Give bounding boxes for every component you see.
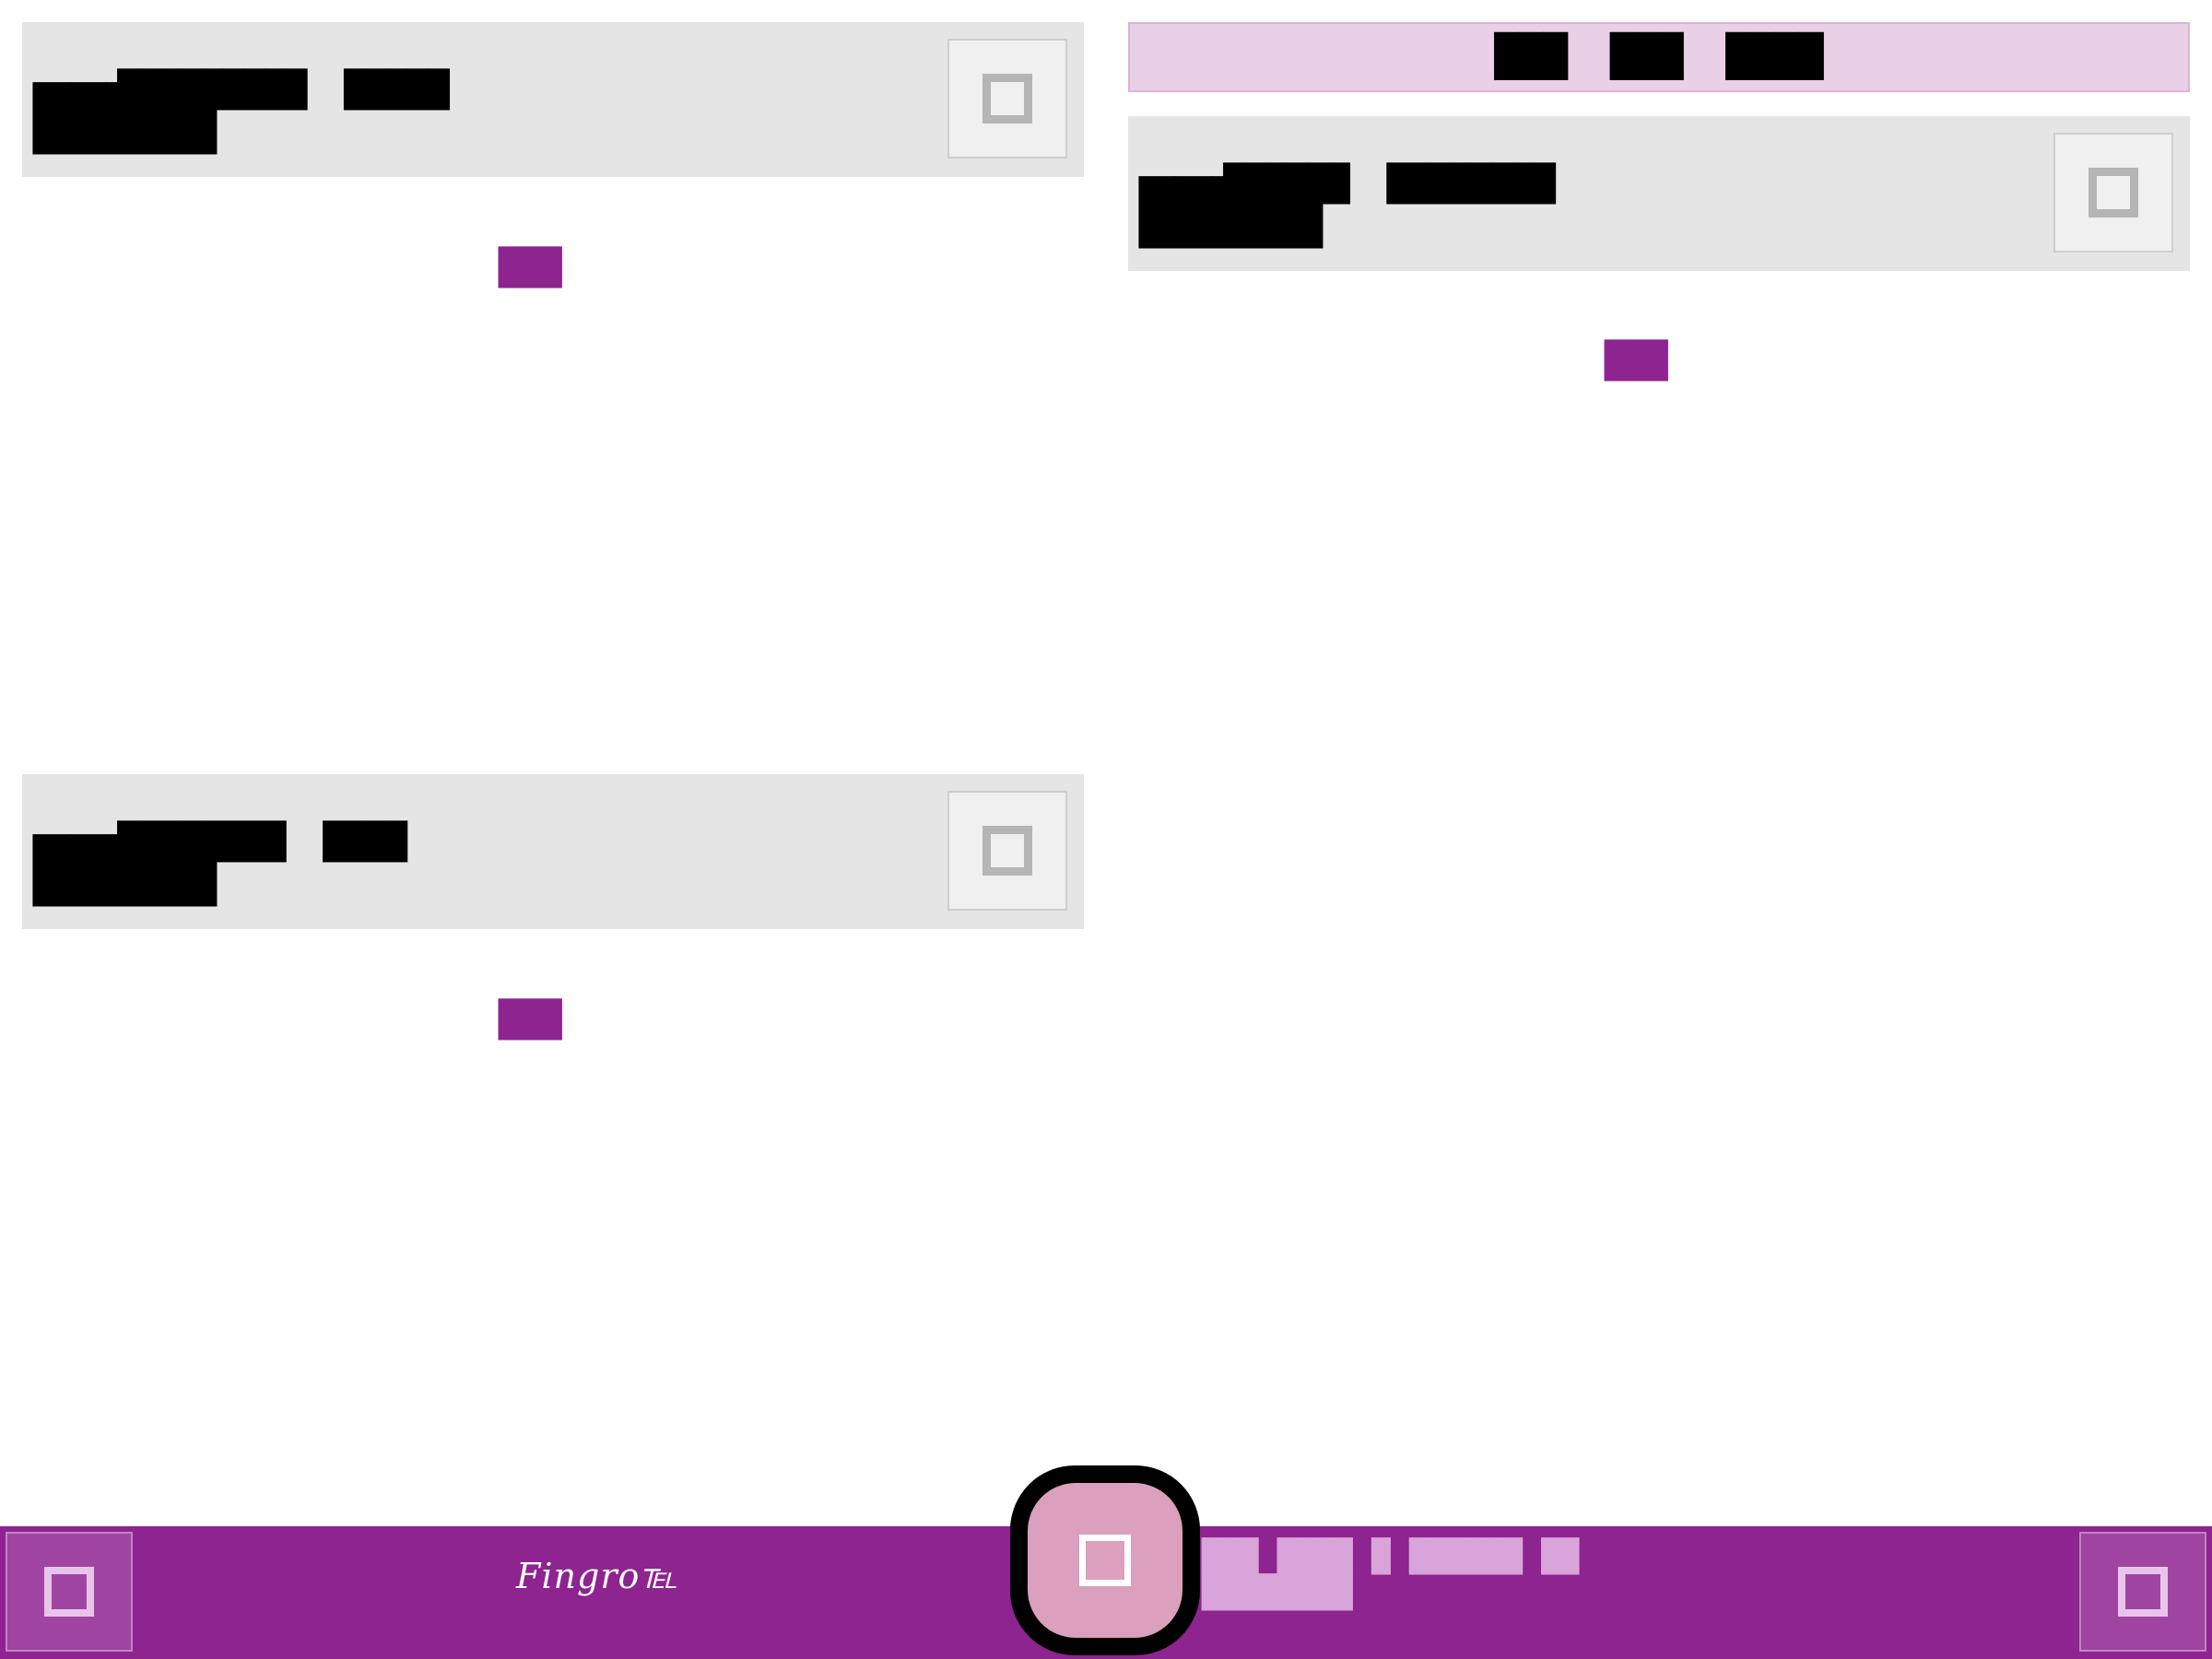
filter-item-2[interactable]: ███ [1610, 37, 1683, 77]
image-placeholder-icon [982, 826, 1032, 876]
filter-bar: ███ ███ ████ [1128, 22, 2190, 92]
image-placeholder-icon [2088, 168, 2138, 218]
card-1-more-link[interactable]: ███ [499, 250, 562, 285]
card-1-thumbnail[interactable] [947, 39, 1067, 159]
bottom-right-button[interactable] [2079, 1532, 2206, 1652]
image-placeholder-icon [982, 74, 1032, 124]
card-3-value: █████ [33, 835, 217, 906]
card-2-thumbnail[interactable] [2053, 133, 2173, 253]
center-action-inner [1028, 1483, 1182, 1638]
card-2-value: █████ [1139, 177, 1323, 248]
bottom-bar-text-line2: ████████ [1202, 1574, 1353, 1612]
filter-item-3[interactable]: ████ [1726, 37, 1824, 77]
bottom-left-button[interactable] [6, 1532, 133, 1652]
square-icon [44, 1567, 94, 1617]
card-2-more-link[interactable]: ███ [1605, 343, 1668, 378]
card-2-title-b: ████████ [1386, 163, 1556, 204]
card-1-title-b: █████ [344, 69, 450, 110]
center-action-button[interactable] [1010, 1465, 1200, 1655]
card-3-more-link[interactable]: ███ [499, 1002, 562, 1037]
bottom-bar-text-line1: ███ ████ █ ██████ ██ [1202, 1538, 1580, 1575]
card-1-value: █████ [33, 83, 217, 154]
card-3-thumbnail[interactable] [947, 791, 1067, 911]
square-icon [2118, 1567, 2168, 1617]
brand-logo: Fingro℡ [516, 1556, 679, 1596]
card-2[interactable]: ██████ ████████ █████ [1128, 116, 2190, 271]
card-1[interactable]: █████████ █████ █████ [22, 22, 1084, 177]
square-icon [1079, 1535, 1131, 1586]
bottom-bar-text: ███ ████ █ ██████ ██ ████████ [1202, 1538, 1580, 1612]
card-3-title-b: ████ [323, 821, 408, 862]
filter-item-1[interactable]: ███ [1495, 37, 1568, 77]
card-3[interactable]: ████████ ████ █████ [22, 774, 1084, 929]
